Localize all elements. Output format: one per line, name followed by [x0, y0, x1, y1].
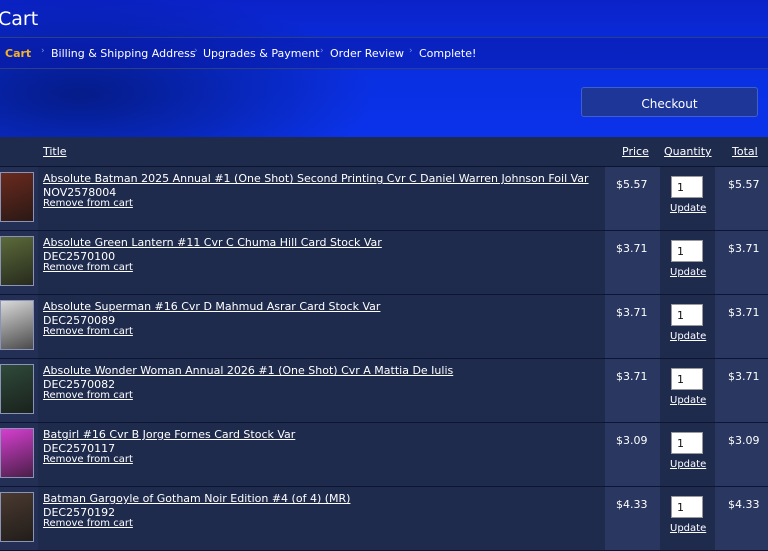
thumbnail-cell	[0, 231, 38, 294]
quantity-cell: Update	[661, 423, 714, 486]
remove-from-cart-link[interactable]: Remove from cart	[43, 390, 133, 401]
quantity-cell: Update	[661, 167, 714, 230]
cover-thumbnail[interactable]	[0, 172, 34, 222]
price-cell: $3.71	[605, 359, 660, 422]
header-title[interactable]: Title	[43, 145, 67, 158]
table-row: Batgirl #16 Cvr B Jorge Fornes Card Stoc…	[0, 423, 768, 487]
item-total: $4.33	[728, 498, 760, 511]
update-link[interactable]: Update	[670, 331, 706, 342]
update-link[interactable]: Update	[670, 459, 706, 470]
item-price: $3.71	[616, 242, 648, 255]
item-price: $3.71	[616, 306, 648, 319]
item-total: $3.71	[728, 242, 760, 255]
remove-from-cart-link[interactable]: Remove from cart	[43, 454, 133, 465]
item-title-link[interactable]: Absolute Wonder Woman Annual 2026 #1 (On…	[43, 364, 453, 377]
update-link[interactable]: Update	[670, 203, 706, 214]
step-separator-icon: ›	[194, 46, 198, 56]
checkout-steps: Cart › Billing & Shipping Address › Upgr…	[0, 37, 768, 69]
item-price: $3.71	[616, 370, 648, 383]
price-cell: $3.09	[605, 423, 660, 486]
quantity-input[interactable]	[671, 240, 703, 262]
item-title-link[interactable]: Absolute Batman 2025 Annual #1 (One Shot…	[43, 172, 589, 185]
cover-thumbnail[interactable]	[0, 428, 34, 478]
cover-thumbnail[interactable]	[0, 492, 34, 542]
total-cell: $3.71	[715, 295, 768, 358]
step-upgrades-payment[interactable]: Upgrades & Payment	[203, 47, 320, 60]
item-price: $5.57	[616, 178, 648, 191]
item-title-link[interactable]: Batgirl #16 Cvr B Jorge Fornes Card Stoc…	[43, 428, 295, 441]
thumbnail-cell	[0, 167, 38, 230]
price-cell: $3.71	[605, 231, 660, 294]
quantity-input[interactable]	[671, 432, 703, 454]
table-header: Title Price Quantity Total	[0, 137, 768, 167]
item-title-link[interactable]: Absolute Superman #16 Cvr D Mahmud Asrar…	[43, 300, 380, 313]
total-cell: $4.33	[715, 487, 768, 550]
quantity-input[interactable]	[671, 304, 703, 326]
update-link[interactable]: Update	[670, 395, 706, 406]
thumbnail-cell	[0, 423, 38, 486]
quantity-cell: Update	[661, 295, 714, 358]
thumbnail-cell	[0, 359, 38, 422]
table-row: Absolute Batman 2025 Annual #1 (One Shot…	[0, 167, 768, 231]
price-cell: $5.57	[605, 167, 660, 230]
step-separator-icon: ›	[409, 46, 413, 56]
cover-thumbnail[interactable]	[0, 300, 34, 350]
quantity-input[interactable]	[671, 368, 703, 390]
price-cell: $4.33	[605, 487, 660, 550]
step-separator-icon: ›	[41, 46, 45, 56]
page-title: Cart	[0, 8, 39, 30]
remove-from-cart-link[interactable]: Remove from cart	[43, 518, 133, 529]
checkout-button[interactable]: Checkout	[581, 87, 758, 117]
header-price[interactable]: Price	[622, 145, 649, 158]
table-row: Absolute Wonder Woman Annual 2026 #1 (On…	[0, 359, 768, 423]
cart-table: Title Price Quantity Total Absolute Batm…	[0, 137, 768, 551]
total-cell: $3.71	[715, 359, 768, 422]
header-quantity[interactable]: Quantity	[664, 145, 712, 158]
table-row: Absolute Green Lantern #11 Cvr C Chuma H…	[0, 231, 768, 295]
item-title-link[interactable]: Batman Gargoyle of Gotham Noir Edition #…	[43, 492, 350, 505]
item-total: $3.71	[728, 306, 760, 319]
step-order-review[interactable]: Order Review	[330, 47, 404, 60]
remove-from-cart-link[interactable]: Remove from cart	[43, 262, 133, 273]
remove-from-cart-link[interactable]: Remove from cart	[43, 198, 133, 209]
quantity-input[interactable]	[671, 176, 703, 198]
cover-thumbnail[interactable]	[0, 364, 34, 414]
thumbnail-cell	[0, 487, 38, 550]
step-separator-icon: ›	[320, 46, 324, 56]
item-price: $3.09	[616, 434, 648, 447]
table-row: Absolute Superman #16 Cvr D Mahmud Asrar…	[0, 295, 768, 359]
total-cell: $3.71	[715, 231, 768, 294]
thumbnail-cell	[0, 295, 38, 358]
item-total: $3.71	[728, 370, 760, 383]
item-total: $5.57	[728, 178, 760, 191]
item-total: $3.09	[728, 434, 760, 447]
quantity-cell: Update	[661, 231, 714, 294]
header-total[interactable]: Total	[732, 145, 758, 158]
cover-thumbnail[interactable]	[0, 236, 34, 286]
item-title-link[interactable]: Absolute Green Lantern #11 Cvr C Chuma H…	[43, 236, 382, 249]
update-link[interactable]: Update	[670, 267, 706, 278]
table-row: Batman Gargoyle of Gotham Noir Edition #…	[0, 487, 768, 551]
step-cart[interactable]: Cart	[5, 47, 31, 60]
quantity-cell: Update	[661, 487, 714, 550]
remove-from-cart-link[interactable]: Remove from cart	[43, 326, 133, 337]
price-cell: $3.71	[605, 295, 660, 358]
total-cell: $3.09	[715, 423, 768, 486]
step-complete[interactable]: Complete!	[419, 47, 476, 60]
item-price: $4.33	[616, 498, 648, 511]
update-link[interactable]: Update	[670, 523, 706, 534]
header-banner: Cart Cart › Billing & Shipping Address ›…	[0, 0, 768, 137]
quantity-cell: Update	[661, 359, 714, 422]
step-billing-shipping[interactable]: Billing & Shipping Address	[51, 47, 196, 60]
total-cell: $5.57	[715, 167, 768, 230]
quantity-input[interactable]	[671, 496, 703, 518]
